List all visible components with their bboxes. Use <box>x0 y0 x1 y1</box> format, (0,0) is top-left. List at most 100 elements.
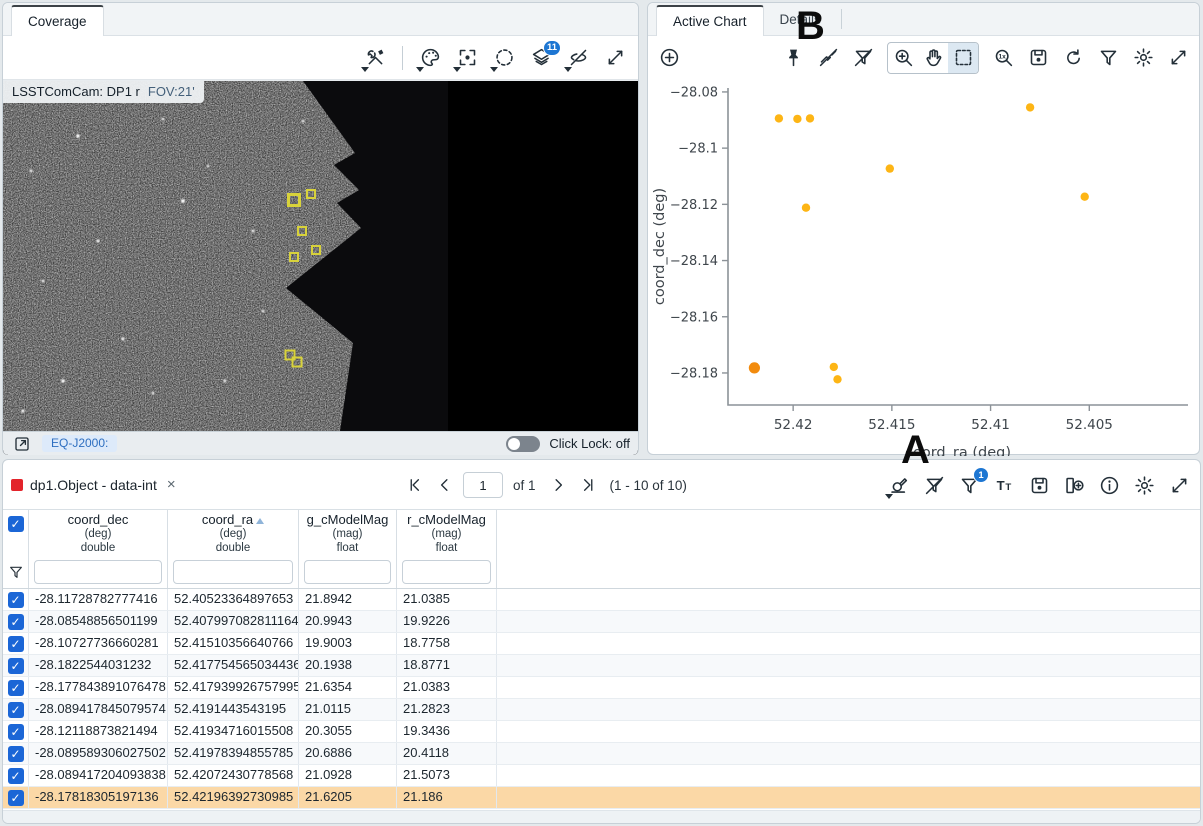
expand-icon[interactable] <box>1164 470 1194 500</box>
mode-button-group <box>887 41 979 74</box>
filter-header-cell <box>3 556 29 588</box>
next-page-icon[interactable] <box>546 473 570 497</box>
layers-icon[interactable]: 11 <box>526 39 561 73</box>
source-marker[interactable] <box>306 189 316 199</box>
table-cell: 52.417939926757995 <box>168 677 299 698</box>
click-lock-toggle[interactable] <box>506 435 541 452</box>
flask-icon[interactable] <box>884 470 914 500</box>
table-row[interactable]: ✓ -28.11728782777416 52.40523364897653 21.8… <box>3 589 1200 611</box>
source-marker[interactable] <box>287 193 301 207</box>
source-marker[interactable] <box>297 226 307 236</box>
table-row[interactable]: ✓ -28.10727736660281 52.41510356640766 19.9… <box>3 633 1200 655</box>
open-external-icon[interactable] <box>11 433 33 455</box>
table-cell: 52.41978394855785 <box>168 743 299 764</box>
row-filler <box>497 699 1200 720</box>
data-points[interactable] <box>748 103 1089 384</box>
save-icon[interactable] <box>1023 43 1053 73</box>
gear-icon[interactable] <box>1129 470 1159 500</box>
filter-icon[interactable]: 1 <box>954 467 989 500</box>
close-icon[interactable]: × <box>164 476 179 493</box>
row-checkbox[interactable]: ✓ <box>7 613 24 630</box>
info-icon[interactable] <box>1094 470 1124 500</box>
filter-input-g_cModelMag[interactable] <box>304 560 391 584</box>
source-marker[interactable] <box>289 252 299 262</box>
filter-input-coord_dec[interactable] <box>34 560 162 584</box>
table-row[interactable]: ✓ -28.089417845079574 52.4191443543195 21.0… <box>3 699 1200 721</box>
filter-input-coord_ra[interactable] <box>173 560 293 584</box>
expand-icon[interactable] <box>600 43 630 73</box>
filter-input-r_cModelMag[interactable] <box>402 560 491 584</box>
row-checkbox[interactable]: ✓ <box>7 745 24 762</box>
slashed-filter-icon[interactable] <box>848 43 878 73</box>
scatter-chart[interactable]: −28.08 −28.1 −28.12 −28.14 −28.16 −28.18 52.42… <box>648 80 1201 461</box>
row-checkbox[interactable]: ✓ <box>7 657 24 674</box>
save-icon[interactable] <box>1024 470 1054 500</box>
toggle-knob <box>508 437 521 450</box>
zoom-in-icon[interactable] <box>888 43 918 73</box>
plus-circle-icon[interactable] <box>654 43 684 73</box>
table-cell: -28.177843891076478 <box>29 677 168 698</box>
table-cell: 52.41934716015508 <box>168 721 299 742</box>
survey-name: LSSTComCam: DP1 r <box>12 84 140 99</box>
slashed-filter-icon[interactable] <box>919 470 949 500</box>
column-header-coord_dec[interactable]: coord_dec (deg) double <box>29 510 168 556</box>
table-row[interactable]: ✓ -28.12118873821494 52.41934716015508 20.3… <box>3 721 1200 743</box>
first-page-icon[interactable] <box>403 473 427 497</box>
table-header-bar: dp1.Object - data-int × of 1 (1 - 10 of … <box>3 460 1200 510</box>
select-all-checkbox[interactable]: ✓ <box>7 516 24 532</box>
row-range-label: (1 - 10 of 10) <box>609 477 687 493</box>
hide-overlays-icon[interactable] <box>563 43 593 73</box>
fov-label: FOV:21' <box>147 84 195 99</box>
y-tick-label: −28.08 <box>670 85 718 100</box>
column-header-coord_ra[interactable]: coord_ra (deg) double <box>168 510 299 556</box>
table-cell: 21.2823 <box>397 699 497 720</box>
select-marquee-icon[interactable] <box>948 42 978 73</box>
table-row[interactable]: ✓ -28.17818305197136 52.42196392730985 21.6… <box>3 787 1200 809</box>
sky-image-viewer[interactable]: LSSTComCam: DP1 r FOV:21' EQ-J2000: Click… <box>3 81 638 455</box>
refresh-icon[interactable] <box>1058 43 1088 73</box>
table-row[interactable]: ✓ -28.089589306027502 52.41978394855785 20.… <box>3 743 1200 765</box>
tab-coverage[interactable]: Coverage <box>11 5 104 36</box>
palette-icon[interactable] <box>415 43 445 73</box>
table-title: dp1.Object - data-int <box>30 476 157 493</box>
row-checkbox[interactable]: ✓ <box>7 591 24 608</box>
table-row[interactable]: ✓ -28.089417204093838 52.42072430778568 21.… <box>3 765 1200 787</box>
expand-icon[interactable] <box>1163 43 1193 73</box>
tools-icon[interactable] <box>360 43 390 73</box>
text-view-icon[interactable]: TT <box>989 470 1019 500</box>
row-filler <box>497 633 1200 654</box>
add-column-icon[interactable] <box>1059 470 1089 500</box>
page-input[interactable] <box>463 472 503 498</box>
row-checkbox[interactable]: ✓ <box>7 767 24 784</box>
table-cell: 20.3055 <box>299 721 397 742</box>
row-checkbox[interactable]: ✓ <box>7 635 24 652</box>
center-target-icon[interactable] <box>452 43 482 73</box>
column-header-g_cModelMag[interactable]: g_cModelMag (mag) float <box>299 510 397 556</box>
column-header-r_cModelMag[interactable]: r_cModelMag (mag) float <box>397 510 497 556</box>
last-page-icon[interactable] <box>576 473 600 497</box>
table-cell: 52.42072430778568 <box>168 765 299 786</box>
zoom-1x-icon[interactable]: 1x <box>988 43 1018 73</box>
tab-active-chart[interactable]: Active Chart <box>656 5 764 36</box>
gear-icon[interactable] <box>1128 43 1158 73</box>
row-checkbox[interactable]: ✓ <box>7 789 24 806</box>
data-point <box>793 114 802 124</box>
horizontal-scrollbar[interactable] <box>3 810 1200 823</box>
source-marker[interactable] <box>311 245 321 255</box>
select-region-icon[interactable] <box>489 43 519 73</box>
table-rows: ✓ -28.11728782777416 52.40523364897653 21.8… <box>3 589 1200 809</box>
table-row[interactable]: ✓ -28.1822544031232 52.417754565034436 20.1… <box>3 655 1200 677</box>
table-row[interactable]: ✓ -28.177843891076478 52.417939926757995 21… <box>3 677 1200 699</box>
source-marker[interactable] <box>291 356 303 368</box>
table-cell: 52.42196392730985 <box>168 787 299 808</box>
data-point <box>829 362 838 372</box>
row-checkbox[interactable]: ✓ <box>7 701 24 718</box>
pan-hand-icon[interactable] <box>918 43 948 73</box>
row-checkbox[interactable]: ✓ <box>7 679 24 696</box>
filter-icon[interactable] <box>1093 43 1123 73</box>
row-checkbox[interactable]: ✓ <box>7 723 24 740</box>
table-cell: 18.8771 <box>397 655 497 676</box>
table-cell: -28.1822544031232 <box>29 655 168 676</box>
table-row[interactable]: ✓ -28.08548856501199 52.407997082811164 20.… <box>3 611 1200 633</box>
prev-page-icon[interactable] <box>433 473 457 497</box>
